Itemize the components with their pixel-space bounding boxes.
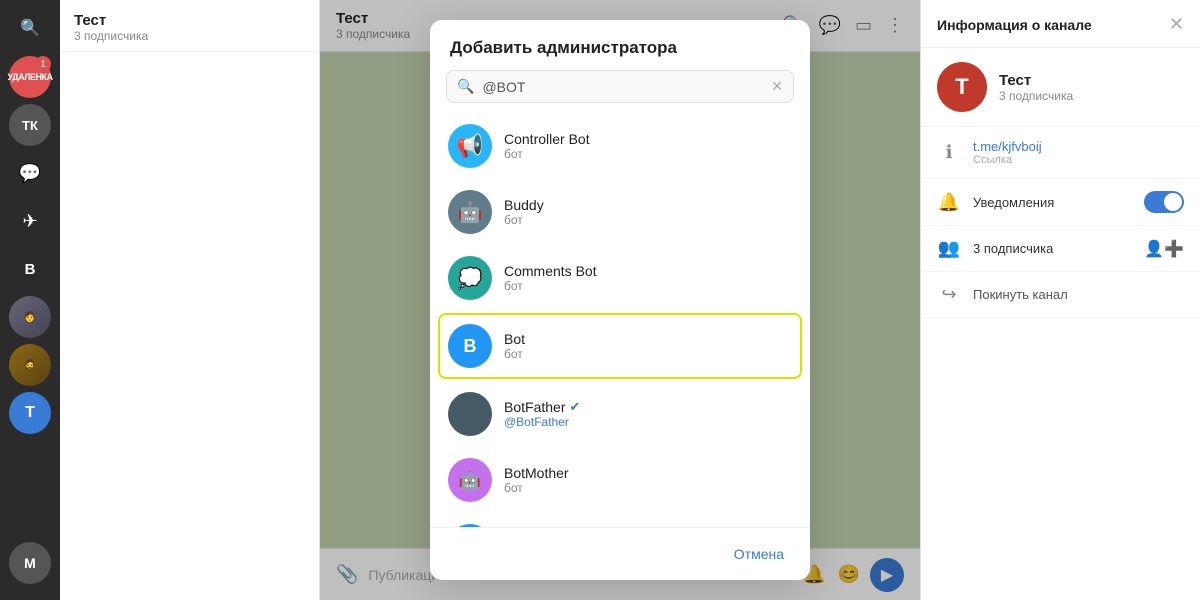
sidebar-search-icon[interactable]: 🔍	[12, 10, 48, 46]
item-info: Bot бот	[504, 331, 525, 361]
sidebar-label: УДАЛЕНКА	[8, 72, 53, 82]
item-name: Buddy	[504, 197, 544, 213]
vk-label: В	[25, 261, 36, 278]
item-name: BotFather ✔	[504, 399, 580, 415]
sidebar-item-m[interactable]: М	[9, 542, 51, 584]
info-row-main: Уведомления	[973, 195, 1132, 210]
notifications-toggle[interactable]	[1144, 191, 1184, 213]
item-name: Bot	[504, 331, 525, 347]
item-sub: бот	[504, 147, 590, 161]
bell-icon: 🔔	[937, 192, 961, 213]
item-name: Comments Bot	[504, 263, 597, 279]
item-info: Controller Bot бот	[504, 131, 590, 161]
channel-details: Тест 3 подписчика	[999, 72, 1073, 103]
item-avatar: 🤖	[448, 190, 492, 234]
item-sub: бот	[504, 213, 544, 227]
list-item[interactable]: 🤖 Buddy бот	[430, 179, 810, 245]
test-label: Т	[25, 404, 35, 422]
item-info: Buddy бот	[504, 197, 544, 227]
sidebar-item-udalenka[interactable]: УДАЛЕНКА 1	[9, 56, 51, 98]
telegram-icon: ✈	[22, 211, 37, 232]
sidebar-item-vk[interactable]: В	[9, 248, 51, 290]
info-row-subscribers[interactable]: 👥 3 подписчика 👤➕	[921, 226, 1200, 272]
notifications-label: Уведомления	[973, 195, 1132, 210]
right-panel-title: Информация о канале	[937, 17, 1092, 33]
item-info: Comments Bot бот	[504, 263, 597, 293]
list-item[interactable]: 💠 Vip Sub | Организация платной подписки…	[430, 513, 810, 527]
verified-icon: ✔	[569, 399, 580, 415]
modal-title: Добавить администратора	[430, 20, 810, 70]
link-label: t.me/kjfvboij	[973, 139, 1184, 154]
chat-title: Тест	[74, 12, 305, 29]
chat-list: Тест 3 подписчика	[60, 0, 320, 600]
search-icon: 🔍	[20, 18, 40, 38]
modal-search-icon: 🔍	[457, 78, 474, 95]
list-item[interactable]: 📢 Controller Bot бот	[430, 113, 810, 179]
info-row-main: t.me/kjfvboij Ссылка	[973, 139, 1184, 166]
item-name: BotMother	[504, 465, 569, 481]
item-sub: @BotFather	[504, 415, 580, 429]
chat-list-header: Тест 3 подписчика	[60, 0, 319, 52]
modal-overlay: Добавить администратора 🔍 ✕ 📢 Controller…	[320, 0, 920, 600]
item-sub: бот	[504, 481, 569, 495]
list-item[interactable]: 💭 Comments Bot бот	[430, 245, 810, 311]
sidebar-item-tk[interactable]: ТК	[9, 104, 51, 146]
item-name: Controller Bot	[504, 131, 590, 147]
sidebar-badge: 1	[35, 56, 51, 72]
list-item-selected[interactable]: B Bot бот	[438, 313, 802, 379]
channel-info-block: Т Тест 3 подписчика	[921, 48, 1200, 127]
sidebar-item-chat[interactable]: 💬	[9, 152, 51, 194]
info-row-notifications[interactable]: 🔔 Уведомления	[921, 179, 1200, 226]
channel-name: Тест	[999, 72, 1073, 89]
modal-footer: Отмена	[430, 527, 810, 580]
info-icon: ℹ	[937, 142, 961, 163]
add-subscriber-icon[interactable]: 👤➕	[1144, 239, 1184, 259]
sidebar-item-person1[interactable]: 🧑	[9, 296, 51, 338]
item-avatar: 💭	[448, 256, 492, 300]
modal-clear-icon[interactable]: ✕	[771, 78, 783, 95]
chat-main: Тест 3 подписчика 🔍 💬 ▭ ⋮ Добавить админ…	[320, 0, 920, 600]
subscribers-count: 3 подписчика	[973, 241, 1132, 256]
item-info: BotMother бот	[504, 465, 569, 495]
item-info: BotFather ✔ @BotFather	[504, 399, 580, 429]
close-button[interactable]: ✕	[1169, 14, 1184, 35]
channel-subs: 3 подписчика	[999, 89, 1073, 103]
list-item[interactable]: BotFather ✔ @BotFather	[430, 381, 810, 447]
item-avatar: B	[448, 324, 492, 368]
sidebar-item-telegram[interactable]: ✈	[9, 200, 51, 242]
add-admin-modal: Добавить администратора 🔍 ✕ 📢 Controller…	[430, 20, 810, 580]
item-avatar	[448, 392, 492, 436]
item-avatar: 📢	[448, 124, 492, 168]
modal-list: 📢 Controller Bot бот 🤖 Buddy бот	[430, 113, 810, 527]
subscribers-icon: 👥	[937, 238, 961, 259]
sidebar-item-person2[interactable]: 🧔	[9, 344, 51, 386]
leave-label: Покинуть канал	[973, 287, 1068, 302]
sidebar: 🔍 УДАЛЕНКА 1 ТК 💬 ✈ В 🧑 🧔 Т М	[0, 0, 60, 600]
chat-subtitle: 3 подписчика	[74, 29, 305, 43]
cancel-button[interactable]: Отмена	[724, 540, 794, 568]
item-avatar: 🤖	[448, 458, 492, 502]
right-panel: Информация о канале ✕ Т Тест 3 подписчик…	[920, 0, 1200, 600]
modal-search-input[interactable]	[482, 79, 763, 95]
modal-search-bar[interactable]: 🔍 ✕	[446, 70, 794, 103]
info-row-link[interactable]: ℹ t.me/kjfvboij Ссылка	[921, 127, 1200, 179]
m-label: М	[24, 555, 36, 571]
item-sub: бот	[504, 347, 525, 361]
sidebar-label: ТК	[22, 118, 38, 133]
item-sub: бот	[504, 279, 597, 293]
info-row-main: 3 подписчика	[973, 241, 1132, 256]
info-row-leave[interactable]: ↪ Покинуть канал	[921, 272, 1200, 318]
right-panel-header: Информация о канале ✕	[921, 0, 1200, 48]
channel-avatar: Т	[937, 62, 987, 112]
list-item[interactable]: 🤖 BotMother бот	[430, 447, 810, 513]
chat-icon: 💬	[19, 163, 41, 184]
sidebar-item-test[interactable]: Т	[9, 392, 51, 434]
leave-icon: ↪	[937, 284, 961, 305]
link-sublabel: Ссылка	[973, 154, 1184, 166]
